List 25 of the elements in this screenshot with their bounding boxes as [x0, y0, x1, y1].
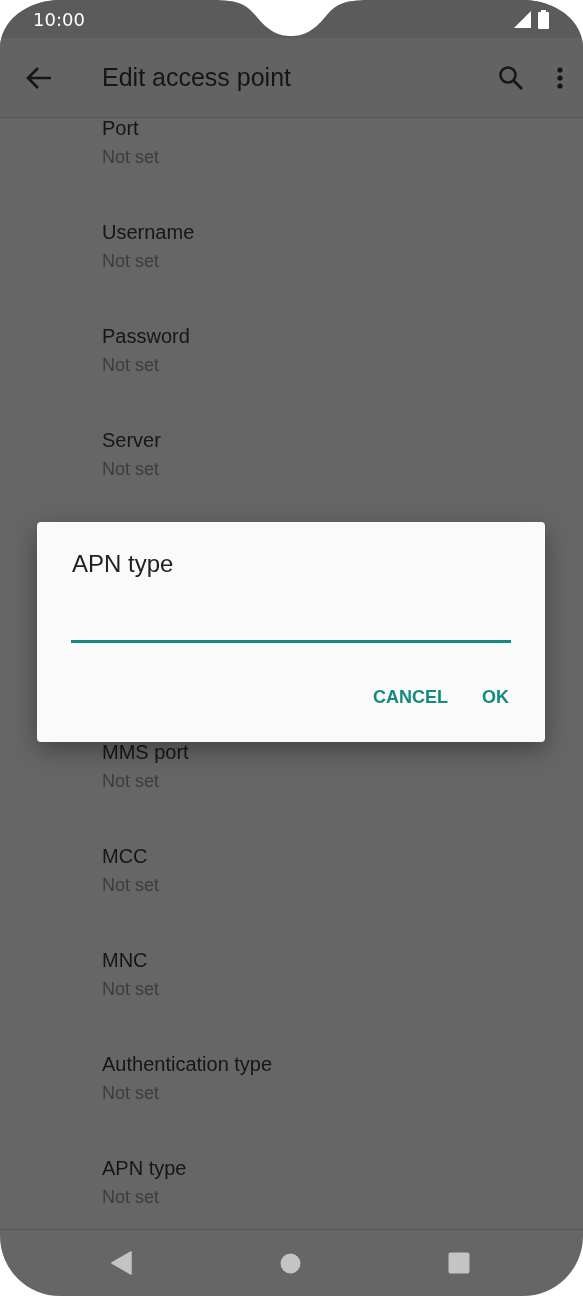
more-vertical-icon [557, 66, 563, 89]
setting-title[interactable]: MCC [102, 844, 148, 868]
recents-nav-button[interactable] [448, 1252, 470, 1274]
setting-title[interactable]: Server [102, 428, 161, 452]
signal-icon [514, 10, 531, 28]
back-nav-button[interactable] [111, 1251, 132, 1275]
search-button[interactable] [498, 65, 523, 90]
ok-button[interactable]: OK [470, 679, 521, 716]
setting-title[interactable]: Port [102, 118, 139, 140]
setting-title[interactable]: MMS port [102, 740, 189, 764]
more-options-button[interactable] [557, 66, 563, 89]
battery-icon [538, 9, 549, 29]
back-arrow-icon [26, 65, 52, 90]
setting-title[interactable]: Password [102, 324, 190, 348]
setting-title[interactable]: Authentication type [102, 1052, 273, 1076]
screen-title: Edit access point [102, 63, 292, 92]
setting-title[interactable]: MNC [102, 948, 148, 972]
dialog-title: APN type [72, 550, 174, 578]
search-icon [498, 65, 523, 90]
status-time: 10:00 [33, 8, 85, 30]
cancel-button[interactable]: CANCEL [361, 679, 460, 716]
home-nav-button[interactable] [279, 1252, 301, 1274]
setting-title[interactable]: APN type [102, 1156, 187, 1180]
back-button[interactable] [26, 65, 52, 90]
setting-title[interactable]: Username [102, 220, 195, 244]
